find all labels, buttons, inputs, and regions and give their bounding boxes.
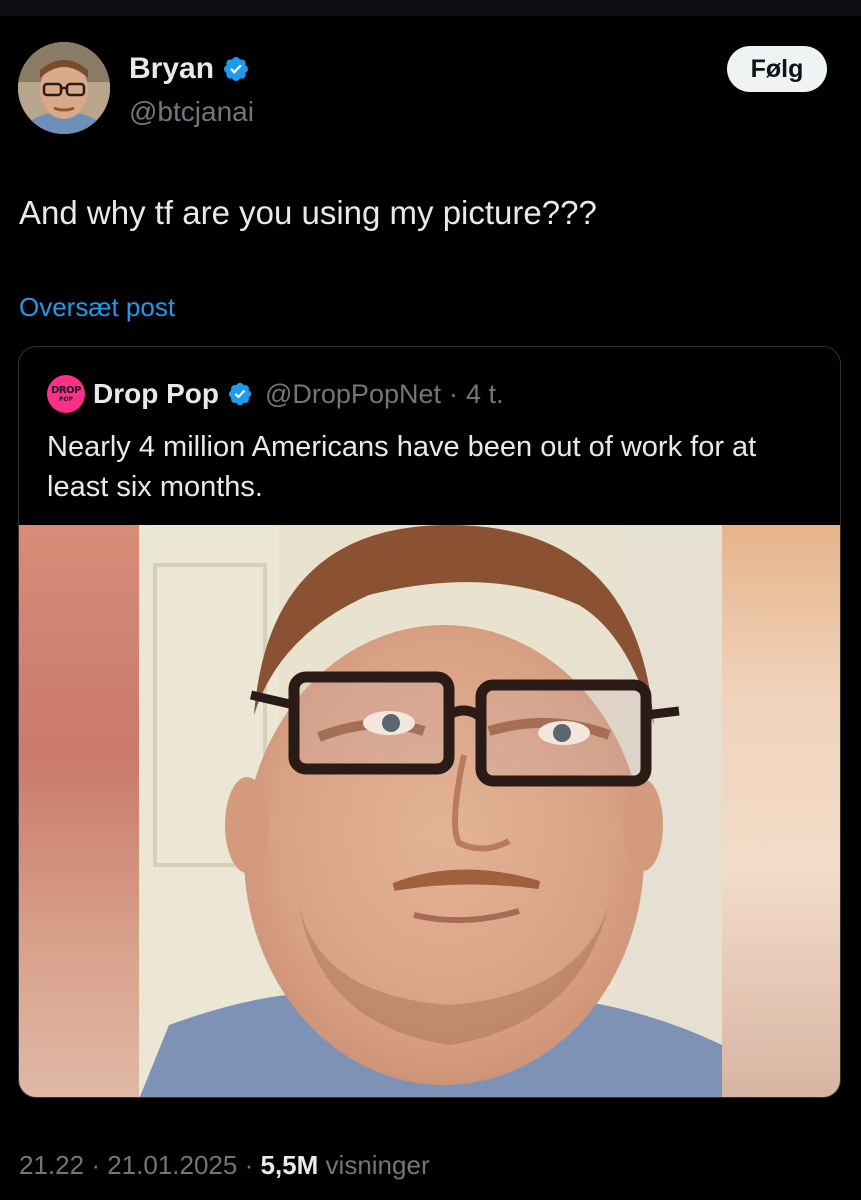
translate-post-link[interactable]: Oversæt post (19, 292, 175, 323)
author-name-row[interactable]: Bryan (129, 52, 250, 86)
man-with-glasses-photo (19, 525, 840, 1097)
verified-badge-icon (228, 382, 252, 406)
avatar-photo (18, 42, 110, 134)
post-time[interactable]: 21.22 (19, 1150, 84, 1180)
author-avatar[interactable] (18, 42, 110, 134)
quoted-post-time[interactable]: 4 t. (466, 379, 504, 410)
quoted-post-image[interactable] (19, 525, 840, 1097)
quoted-post-text: Nearly 4 million Americans have been out… (47, 431, 757, 503)
post-date[interactable]: 21.01.2025 (107, 1150, 237, 1180)
views-count[interactable]: 5,5M (261, 1150, 319, 1180)
quoted-post-card[interactable]: DROP POP Drop Pop @DropPopNet · 4 t. Nea… (18, 346, 841, 1098)
droppop-logo-top: DROP (51, 384, 81, 396)
quoted-post-header: DROP POP Drop Pop @DropPopNet · 4 t. (47, 375, 504, 413)
droppop-logo-bottom: POP (59, 395, 73, 403)
quoted-author-name[interactable]: Drop Pop (93, 378, 219, 410)
post-text: And why tf are you using my picture??? (19, 194, 597, 231)
status-bar (0, 0, 861, 16)
author-name[interactable]: Bryan (129, 52, 214, 86)
post-meta: 21.22 · 21.01.2025 · 5,5M visninger (19, 1150, 430, 1181)
quoted-author-handle[interactable]: @DropPopNet (265, 379, 441, 410)
dot-separator: · (449, 378, 458, 409)
droppop-logo[interactable]: DROP POP (47, 375, 85, 413)
author-handle[interactable]: @btcjanai (129, 96, 254, 128)
verified-badge-icon (224, 57, 249, 81)
dot-separator: · (244, 1150, 254, 1180)
views-label: visninger (325, 1150, 430, 1180)
dot-separator: · (91, 1150, 100, 1180)
follow-button[interactable]: Følg (727, 46, 827, 92)
